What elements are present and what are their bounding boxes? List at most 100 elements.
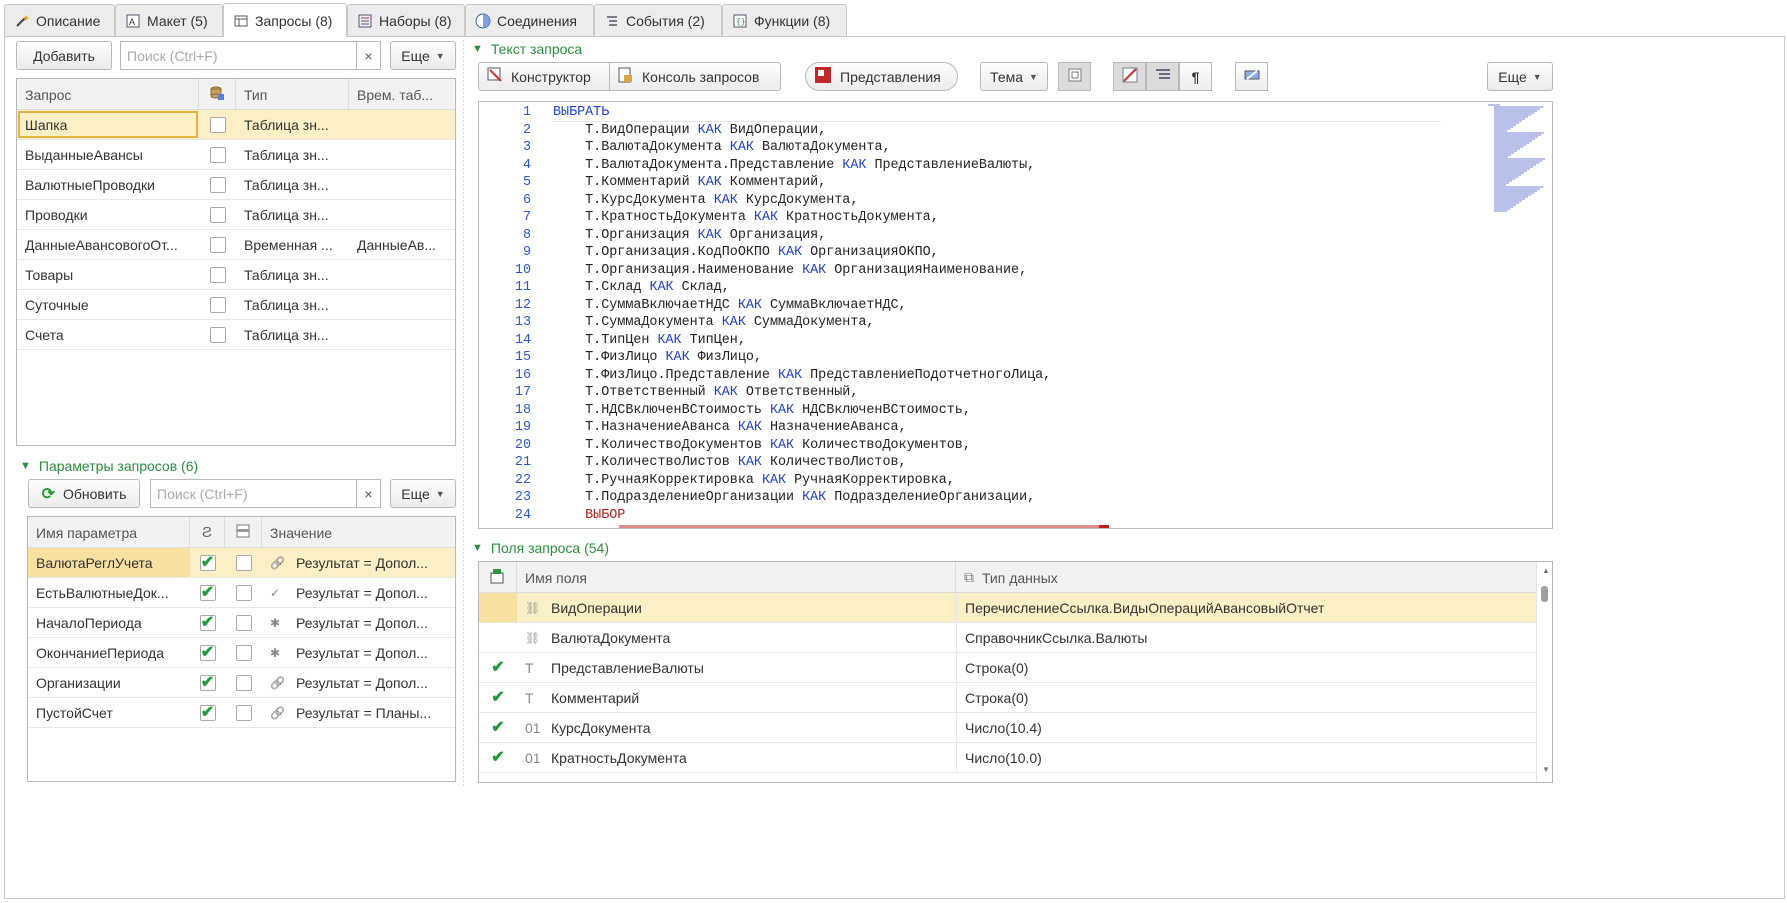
tab-joins[interactable]: Соединения [465, 4, 594, 36]
code-line[interactable]: Т.КоличествоДокументов КАК КоличествоДок… [553, 437, 971, 455]
param-fill-checkbox[interactable] [235, 704, 252, 721]
column-header-type[interactable]: Тип [236, 79, 349, 110]
field-type-cell[interactable]: Число(10.0) [956, 743, 1537, 772]
query-checkbox[interactable] [209, 326, 226, 343]
field-check-cell[interactable] [479, 593, 517, 622]
clear-search-icon[interactable]: × [356, 42, 380, 69]
param-value-cell[interactable]: ✱ Результат = Допол... [262, 608, 455, 637]
code-line[interactable]: Т.НДСВключенВСтоимость КАК НДСВключенВСт… [553, 402, 971, 420]
query-temp-cell[interactable] [349, 170, 455, 199]
code-line[interactable]: Т.ВалютаДокумента КАК ВалютаДокумента, [553, 139, 890, 157]
param-value-cell[interactable]: 🔗 Результат = Допол... [262, 668, 455, 697]
query-checkbox[interactable] [209, 206, 226, 223]
tab-description[interactable]: Описание [4, 4, 115, 36]
table-row[interactable]: ✔ 01 КурсДокумента Число(10.4) [479, 713, 1537, 743]
queries-search-input[interactable] [121, 42, 356, 69]
param-fill-checkbox[interactable] [235, 584, 252, 601]
fields-section-title[interactable]: ▼ Поля запроса (54) [472, 540, 609, 556]
queries-more-button[interactable]: Еще ▼ [390, 41, 456, 70]
query-temp-cell[interactable] [349, 140, 455, 169]
query-type-cell[interactable]: Таблица зн... [236, 260, 349, 289]
param-fill-checkbox[interactable] [235, 644, 252, 661]
query-checkbox[interactable] [209, 146, 226, 163]
query-temp-cell[interactable] [349, 320, 455, 349]
param-use-checkbox[interactable]: ✔ [199, 584, 216, 601]
param-use-checkbox[interactable]: ✔ [199, 614, 216, 631]
table-row[interactable]: ВалютаРеглУчета ✔ 🔗 Результат = Допол... [28, 548, 455, 578]
code-line[interactable]: Т.ФизЛицо.Представление КАК Представлени… [553, 367, 1051, 385]
query-name-cell[interactable]: Счета [17, 320, 199, 349]
code-line[interactable]: Т.Организация КАК Организация, [553, 227, 826, 245]
query-type-cell[interactable]: Таблица зн... [236, 110, 349, 139]
field-name-cell[interactable]: T Комментарий [517, 683, 956, 712]
tab-sets[interactable]: Наборы (8) [347, 4, 465, 36]
field-type-cell[interactable]: ПеречислениеСсылка.ВидыОперацийАвансовый… [956, 593, 1537, 622]
table-row[interactable]: Организации ✔ 🔗 Результат = Допол... [28, 668, 455, 698]
column-header-fill[interactable] [225, 517, 262, 548]
query-checkbox[interactable] [209, 266, 226, 283]
params-more-button[interactable]: Еще ▼ [390, 479, 456, 508]
show-whitespace-button[interactable]: ¶ [1179, 62, 1212, 91]
code-line[interactable]: Т.РучнаяКорректировка КАК РучнаяКорректи… [553, 472, 955, 490]
field-type-cell[interactable]: СправочникСсылка.Валюты [956, 623, 1537, 652]
query-name-cell[interactable]: Товары [17, 260, 199, 289]
tab-functions[interactable]: {} Функции (8) [722, 4, 847, 36]
table-row[interactable]: ВалютныеПроводки Таблица зн... [17, 170, 455, 200]
code-line[interactable]: Т.НазначениеАванса КАК НазначениеАванса, [553, 419, 906, 437]
query-temp-cell[interactable]: ДанныеАв... [349, 230, 455, 259]
query-text-more-button[interactable]: Еще ▼ [1487, 62, 1553, 91]
query-name-cell[interactable]: ВалютныеПроводки [17, 170, 199, 199]
code-line[interactable]: Т.СуммаДокумента КАК СуммаДокумента, [553, 314, 874, 332]
param-name-cell[interactable]: ЕстьВалютныеДок... [28, 578, 190, 607]
field-type-cell[interactable]: Строка(0) [956, 683, 1537, 712]
views-button[interactable]: Представления [805, 62, 958, 91]
field-check-cell[interactable] [479, 623, 517, 652]
param-value-cell[interactable]: 🔗 Результат = Планы... [262, 698, 455, 727]
table-row[interactable]: ДанныеАвансовогоОт... Временная ... Данные… [17, 230, 455, 260]
query-console-button[interactable]: Консоль запросов [610, 62, 781, 91]
table-row[interactable]: Суточные Таблица зн... [17, 290, 455, 320]
column-header-checkbox[interactable] [199, 79, 236, 110]
query-text-editor[interactable]: 1 ВЫБРАТЬ 2 Т.ВидОперации КАК ВидОперации,… [478, 101, 1553, 529]
code-line[interactable]: Т.Организация.КодПоОКПО КАК ОрганизацияО… [553, 244, 939, 262]
param-value-cell[interactable]: ✱ Результат = Допол... [262, 638, 455, 667]
field-check-cell[interactable]: ✔ [479, 653, 517, 682]
column-header-check[interactable] [479, 562, 517, 593]
query-type-cell[interactable]: Таблица зн... [236, 170, 349, 199]
table-row[interactable]: ✔ 01 КратностьДокумента Число(10.0) [479, 743, 1537, 773]
column-header-field-name[interactable]: Имя поля [517, 562, 956, 593]
code-line[interactable]: Т.КурсДокумента КАК КурсДокумента, [553, 192, 858, 210]
table-row[interactable]: ВыданныеАвансы Таблица зн... [17, 140, 455, 170]
query-checkbox[interactable] [209, 176, 226, 193]
query-temp-cell[interactable] [349, 260, 455, 289]
table-row[interactable]: ⛓ ВидОперации ПеречислениеСсылка.ВидыОпера… [479, 593, 1537, 623]
column-header-query[interactable]: Запрос [17, 79, 199, 110]
scrollbar-thumb[interactable] [1541, 586, 1548, 602]
table-row[interactable]: ПустойСчет ✔ 🔗 Результат = Планы... [28, 698, 455, 728]
query-name-cell[interactable]: ДанныеАвансовогоОт... [17, 230, 199, 259]
table-row[interactable]: НачалоПериода ✔ ✱ Результат = Допол... [28, 608, 455, 638]
query-temp-cell[interactable] [349, 110, 455, 139]
table-row[interactable]: Товары Таблица зн... [17, 260, 455, 290]
clear-format-button[interactable] [1235, 62, 1268, 91]
query-name-cell[interactable]: Суточные [17, 290, 199, 319]
table-row[interactable]: ✔ T ПредставлениеВалюты Строка(0) [479, 653, 1537, 683]
code-line[interactable]: Т.ПодразделениеОрганизации КАК Подраздел… [553, 489, 1035, 507]
query-text-section-title[interactable]: ▼ Текст запроса [472, 41, 582, 57]
param-use-checkbox[interactable]: ✔ [199, 644, 216, 661]
param-use-checkbox[interactable]: ✔ [199, 674, 216, 691]
code-line[interactable]: Т.ВидОперации КАК ВидОперации, [553, 122, 826, 140]
column-header-temp-table[interactable]: Врем. таб... [349, 79, 455, 110]
tab-layout[interactable]: A Макет (5) [115, 4, 223, 36]
query-type-cell[interactable]: Таблица зн... [236, 200, 349, 229]
param-name-cell[interactable]: ВалютаРеглУчета [28, 548, 190, 577]
column-header-param-name[interactable]: Имя параметра [28, 517, 190, 548]
code-line[interactable]: Т.КратностьДокумента КАК КратностьДокуме… [553, 209, 939, 227]
param-fill-checkbox[interactable] [235, 614, 252, 631]
param-name-cell[interactable]: ПустойСчет [28, 698, 190, 727]
field-check-cell[interactable]: ✔ [479, 683, 517, 712]
param-use-checkbox[interactable]: ✔ [199, 704, 216, 721]
theme-dropdown[interactable]: Тема ▼ [980, 62, 1048, 91]
field-check-cell[interactable]: ✔ [479, 713, 517, 742]
table-row[interactable]: ✔ T Комментарий Строка(0) [479, 683, 1537, 713]
